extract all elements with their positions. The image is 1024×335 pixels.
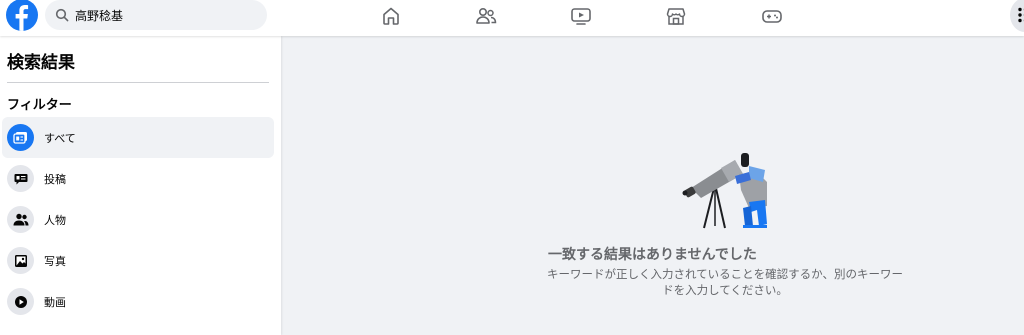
facebook-logo-icon[interactable] [6, 0, 38, 31]
video-icon[interactable] [569, 4, 593, 28]
sidebar-item-people[interactable]: 人物 [2, 199, 274, 240]
empty-results-panel: 一致する結果はありませんでした キーワードが正しく入力されていることを確認するか… [281, 36, 1024, 335]
gaming-icon[interactable] [760, 4, 784, 28]
sidebar-item-all[interactable]: すべて [2, 117, 274, 158]
page-title: 検索結果 [7, 53, 75, 73]
sidebar-item-videos[interactable]: 動画 [2, 281, 274, 322]
top-navigation-bar [0, 0, 1024, 36]
menu-dots-icon[interactable] [1010, 0, 1024, 32]
empty-state-description: キーワードが正しく入力されていることを確認するか、別のキーワードを入力してくださ… [547, 267, 903, 297]
search-filters-sidebar: 検索結果 フィルター すべて 投稿 人物 写真 動画 [0, 36, 281, 335]
sidebar-item-label: 写真 [44, 254, 66, 268]
posts-icon [7, 165, 34, 192]
photos-icon [7, 247, 34, 274]
sidebar-item-label: 動画 [44, 295, 66, 309]
divider [7, 82, 269, 83]
empty-state-title: 一致する結果はありませんでした [548, 247, 757, 263]
search-input[interactable] [75, 8, 245, 22]
friends-icon[interactable] [474, 4, 498, 28]
sidebar-item-posts[interactable]: 投稿 [2, 158, 274, 199]
people-icon [7, 206, 34, 233]
all-results-icon [7, 124, 34, 151]
filter-heading: フィルター [7, 98, 72, 113]
telescope-person-illustration [677, 148, 777, 234]
home-icon[interactable] [379, 4, 403, 28]
sidebar-item-photos[interactable]: 写真 [2, 240, 274, 281]
marketplace-icon[interactable] [664, 4, 688, 28]
sidebar-item-label: すべて [44, 131, 76, 145]
videos-icon [7, 288, 34, 315]
search-icon [55, 8, 69, 22]
sidebar-item-label: 投稿 [44, 172, 66, 186]
search-box[interactable] [45, 0, 267, 30]
sidebar-item-label: 人物 [44, 213, 66, 227]
